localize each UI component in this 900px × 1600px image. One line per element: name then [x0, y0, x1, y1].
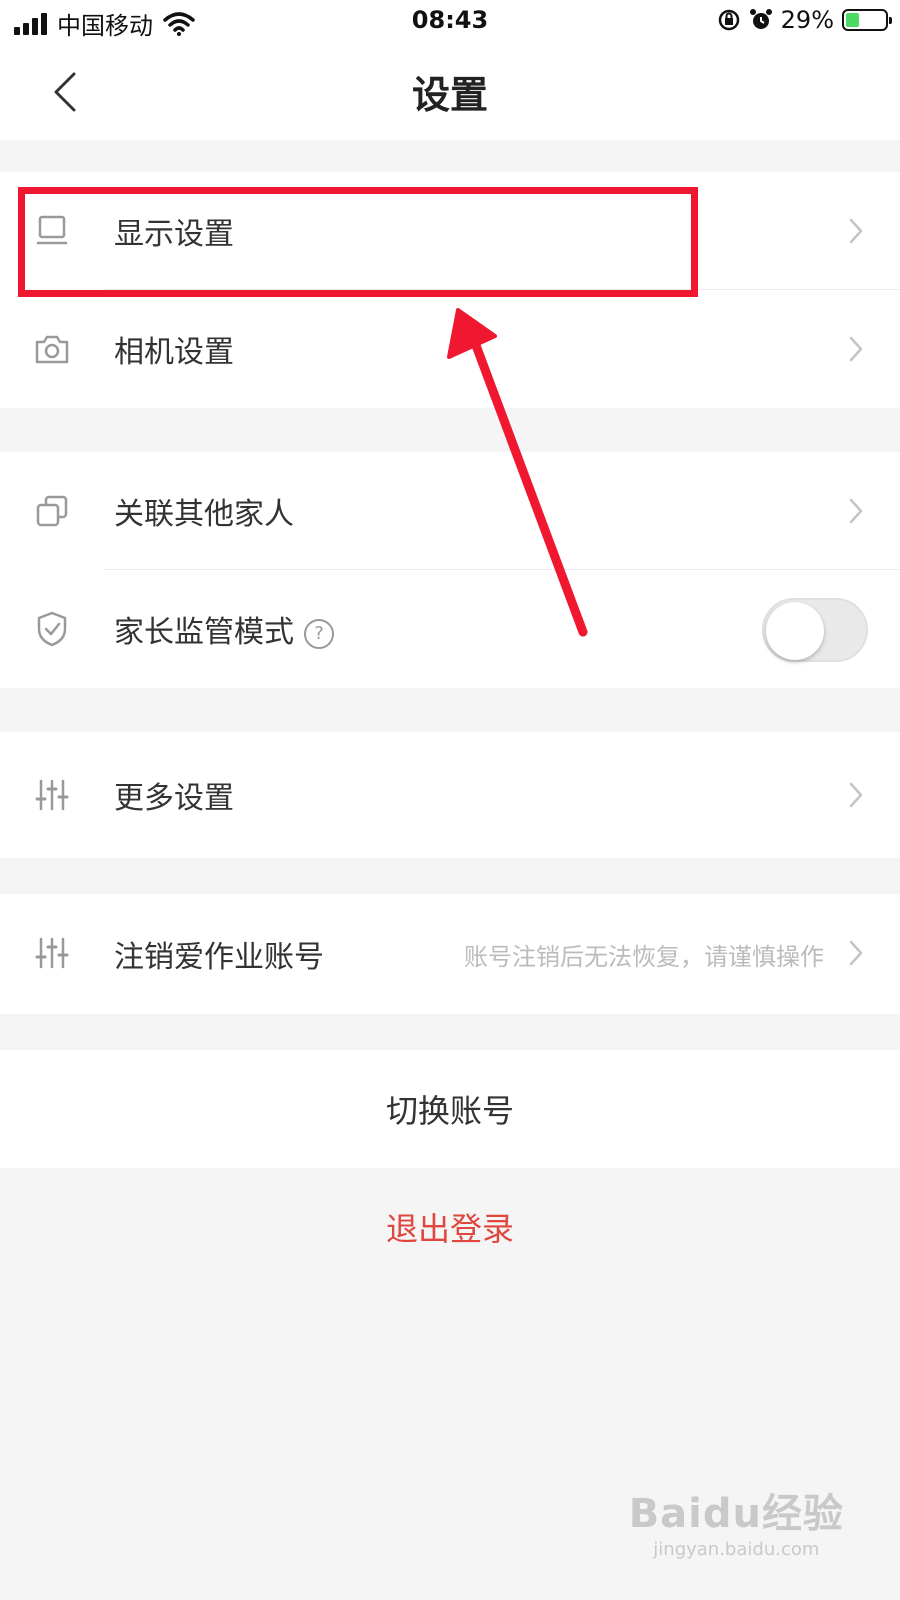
battery-icon — [842, 9, 892, 31]
page-title: 设置 — [411, 73, 488, 117]
link-family-icon — [36, 495, 68, 527]
delete-account-row[interactable]: 注销爱作业账号 账号注销后无法恢复，请谨慎操作 — [0, 894, 900, 1014]
chevron-right-icon — [849, 336, 863, 362]
chevron-right-icon — [849, 940, 863, 966]
camera-settings-label: 相机设置 — [114, 335, 234, 370]
status-right: 29% — [717, 6, 892, 34]
link-family-row[interactable]: 关联其他家人 — [0, 452, 900, 570]
shield-icon — [37, 611, 67, 647]
parental-mode-toggle[interactable] — [762, 598, 868, 662]
display-icon — [36, 215, 68, 245]
camera-icon — [35, 335, 69, 364]
settings-group-family: 关联其他家人 家长监管模式? — [0, 452, 900, 688]
alarm-icon — [749, 9, 772, 29]
help-icon[interactable]: ? — [304, 618, 334, 649]
delete-account-label: 注销爱作业账号 — [114, 940, 324, 975]
baidu-watermark: Baidu经验 jingyan.baidu.com — [629, 1481, 844, 1560]
rotation-lock-icon — [718, 9, 739, 31]
chevron-right-icon — [849, 782, 863, 808]
parental-mode-text: 家长监管模式 — [114, 615, 294, 650]
navigation-bar: 设置 — [0, 44, 900, 140]
toggle-knob — [766, 602, 824, 660]
camera-settings-row[interactable]: 相机设置 — [0, 290, 900, 408]
display-settings-row[interactable]: 显示设置 — [0, 172, 900, 290]
settings-group-account: 注销爱作业账号 账号注销后无法恢复，请谨慎操作 — [0, 894, 900, 1014]
parental-mode-label: 家长监管模式? — [114, 607, 334, 651]
delete-account-hint: 账号注销后无法恢复，请谨慎操作 — [464, 942, 824, 971]
settings-group-display: 显示设置 相机设置 — [0, 172, 900, 408]
settings-group-more: 更多设置 — [0, 732, 900, 858]
more-settings-row[interactable]: 更多设置 — [0, 732, 900, 858]
sliders-icon — [35, 937, 69, 969]
link-family-label: 关联其他家人 — [114, 497, 294, 532]
battery-percent: 29% — [780, 6, 834, 34]
display-settings-label: 显示设置 — [114, 217, 234, 252]
status-bar: 中国移动 08:43 29% — [0, 0, 900, 44]
chevron-right-icon — [849, 218, 863, 244]
logout-button[interactable]: 退出登录 — [0, 1172, 900, 1282]
sliders-icon — [35, 779, 69, 811]
parental-mode-row: 家长监管模式? — [0, 570, 900, 688]
watermark-sub: jingyan.baidu.com — [653, 1539, 820, 1560]
more-settings-label: 更多设置 — [114, 781, 234, 816]
switch-account-button[interactable]: 切换账号 — [0, 1050, 900, 1168]
chevron-right-icon — [849, 498, 863, 524]
watermark-main: Baidu经验 — [628, 1491, 844, 1537]
